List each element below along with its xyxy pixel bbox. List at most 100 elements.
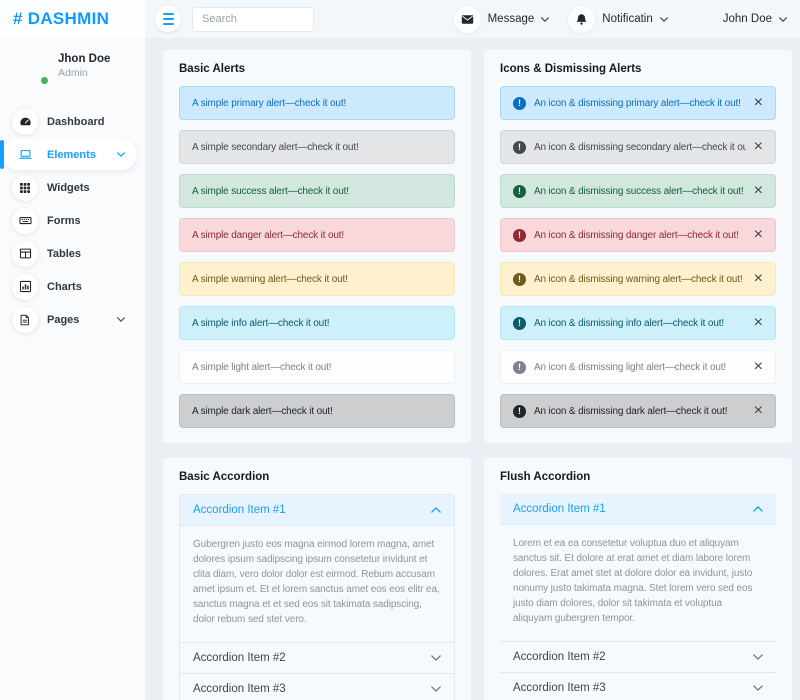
sidebar-avatar <box>12 48 48 84</box>
tachometer-icon <box>12 109 38 135</box>
logo-hash-icon: # <box>13 9 23 29</box>
accordion-header-2[interactable]: Accordion Item #2 <box>180 643 454 673</box>
message-dropdown[interactable]: Message <box>454 6 550 33</box>
alert-info: A simple info alert—check it out! <box>179 306 455 340</box>
sidebar-item-pages[interactable]: Pages <box>3 304 137 335</box>
user-dropdown[interactable]: John Doe <box>687 5 787 34</box>
chevron-down-icon <box>117 152 125 157</box>
file-icon <box>12 307 38 333</box>
exclamation-circle-icon <box>513 97 526 110</box>
sidebar-toggle-button[interactable] <box>155 6 181 32</box>
chevron-down-icon <box>541 17 549 22</box>
basic-accordion-card: Basic Accordion Accordion Item #1 Guberg… <box>163 458 471 700</box>
accordion-header-1[interactable]: Accordion Item #1 <box>180 495 454 526</box>
message-label: Message <box>488 13 535 25</box>
online-status-dot <box>40 76 49 85</box>
sidebar: Jhon Doe Admin Dashboard Elements <box>0 38 145 700</box>
flush-accordion-card: Flush Accordion Accordion Item #1 Lorem … <box>484 458 792 700</box>
chevron-down-icon <box>431 686 441 692</box>
close-icon[interactable]: × <box>746 359 763 375</box>
accordion-header-3[interactable]: Accordion Item #3 <box>180 674 454 700</box>
topbar-main: Message Notificatin <box>145 0 800 38</box>
sidebar-item-label: Forms <box>47 215 81 227</box>
envelope-icon <box>454 6 481 33</box>
close-icon[interactable]: × <box>746 315 763 331</box>
hamburger-icon <box>163 13 174 15</box>
sidebar-item-forms[interactable]: Forms <box>3 205 137 236</box>
close-icon[interactable]: × <box>746 403 763 419</box>
close-icon[interactable]: × <box>746 227 763 243</box>
sidebar-user-role: Admin <box>58 67 110 79</box>
alert-secondary: A simple secondary alert—check it out! <box>179 130 455 164</box>
flush-accordion: Accordion Item #1 Lorem et ea ea consete… <box>500 494 776 700</box>
alert-dark: A simple dark alert—check it out! <box>179 394 455 428</box>
search-input[interactable] <box>192 7 314 32</box>
chevron-up-icon <box>431 507 441 513</box>
topbar: # DASHMIN Message <box>0 0 800 38</box>
alert-light: A simple light alert—check it out! <box>179 350 455 384</box>
laptop-icon <box>12 142 38 168</box>
dismissing-alert-danger: An icon & dismissing danger alert—check … <box>500 218 776 252</box>
card-title: Basic Accordion <box>179 471 455 483</box>
sidebar-item-widgets[interactable]: Widgets <box>3 172 137 203</box>
chevron-down-icon <box>753 654 763 660</box>
accordion-header-2[interactable]: Accordion Item #2 <box>500 642 776 672</box>
bar-chart-icon <box>12 274 38 300</box>
accordion-item: Accordion Item #1 Lorem et ea ea consete… <box>500 494 776 641</box>
sidebar-item-label: Elements <box>47 149 96 161</box>
logo-strip: # DASHMIN <box>0 0 145 38</box>
dismissing-alerts-card: Icons & Dismissing Alerts An icon & dism… <box>484 50 792 443</box>
main-content: Basic Alerts A simple primary alert—chec… <box>145 38 800 700</box>
chevron-down-icon <box>660 17 668 22</box>
notification-label: Notificatin <box>602 13 653 25</box>
exclamation-circle-icon <box>513 361 526 374</box>
sidebar-item-tables[interactable]: Tables <box>3 238 137 269</box>
alert-primary: A simple primary alert—check it out! <box>179 86 455 120</box>
sidebar-item-elements[interactable]: Elements <box>3 139 137 170</box>
dismissing-alert-info: An icon & dismissing info alert—check it… <box>500 306 776 340</box>
accordion-item: Accordion Item #2 <box>180 642 454 673</box>
sidebar-item-dashboard[interactable]: Dashboard <box>3 106 137 137</box>
app-logo[interactable]: # DASHMIN <box>13 9 109 29</box>
sidebar-user: Jhon Doe Admin <box>0 38 145 94</box>
chevron-down-icon <box>431 655 441 661</box>
accordion-item: Accordion Item #2 <box>500 641 776 672</box>
user-name-label: John Doe <box>723 13 772 25</box>
accordion-body: Gubergren justo eos magna eirmod lorem m… <box>180 526 454 642</box>
accordion-header-1[interactable]: Accordion Item #1 <box>500 494 776 525</box>
sidebar-item-charts[interactable]: Charts <box>3 271 137 302</box>
card-title: Flush Accordion <box>500 471 776 483</box>
table-icon <box>12 241 38 267</box>
card-title: Basic Alerts <box>179 63 455 75</box>
accordion-header-3[interactable]: Accordion Item #3 <box>500 673 776 700</box>
dismissing-alert-success: An icon & dismissing success alert—check… <box>500 174 776 208</box>
sidebar-item-label: Dashboard <box>47 116 104 128</box>
grid-icon <box>12 175 38 201</box>
dismissing-alert-dark: An icon & dismissing dark alert—check it… <box>500 394 776 428</box>
chevron-up-icon <box>753 506 763 512</box>
dismissing-alert-primary: An icon & dismissing primary alert—check… <box>500 86 776 120</box>
sidebar-user-name: Jhon Doe <box>58 53 110 65</box>
alert-danger: A simple danger alert—check it out! <box>179 218 455 252</box>
exclamation-circle-icon <box>513 273 526 286</box>
notification-dropdown[interactable]: Notificatin <box>568 6 668 33</box>
dismissing-alert-warning: An icon & dismissing warning alert—check… <box>500 262 776 296</box>
dismissing-alert-light: An icon & dismissing light alert—check i… <box>500 350 776 384</box>
bell-icon <box>568 6 595 33</box>
exclamation-circle-icon <box>513 405 526 418</box>
sidebar-item-label: Widgets <box>47 182 90 194</box>
close-icon[interactable]: × <box>746 139 763 155</box>
accordion-item: Accordion Item #3 <box>180 673 454 700</box>
exclamation-circle-icon <box>513 229 526 242</box>
exclamation-circle-icon <box>513 185 526 198</box>
card-title: Icons & Dismissing Alerts <box>500 63 776 75</box>
sidebar-item-label: Charts <box>47 281 82 293</box>
exclamation-circle-icon <box>513 141 526 154</box>
close-icon[interactable]: × <box>746 95 763 111</box>
chevron-down-icon <box>117 317 125 322</box>
alert-warning: A simple warning alert—check it out! <box>179 262 455 296</box>
close-icon[interactable]: × <box>746 271 763 287</box>
sidebar-item-label: Pages <box>47 314 79 326</box>
close-icon[interactable]: × <box>746 183 763 199</box>
topbar-right: Message Notificatin <box>454 5 787 34</box>
